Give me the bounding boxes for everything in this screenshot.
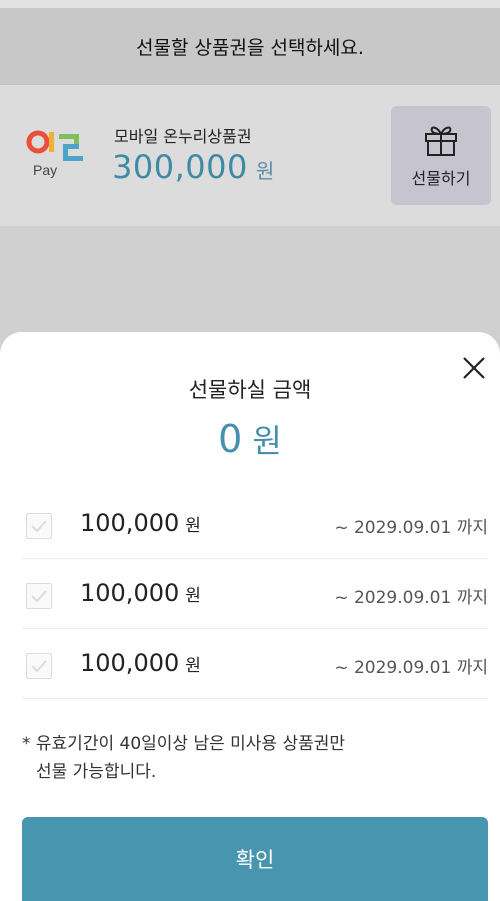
checkmark-icon [31,520,47,533]
voucher-balance: 300,000 원 [112,148,274,186]
voucher-expiry: ~ 2029.09.01 까지 [334,518,488,538]
voucher-row[interactable]: 100,000 원 ~ 2029.09.01 까지 [22,629,488,699]
gift-box-icon [425,126,457,156]
voucher-amount: 100,000 원 [80,509,201,537]
checkmark-icon [31,660,47,673]
selected-total-unit: 원 [252,422,282,460]
voucher-checkbox[interactable] [26,653,52,679]
voucher-amount-unit: 원 [185,586,201,606]
voucher-balance-unit: 원 [255,159,275,183]
voucher-amount-value: 100,000 [80,509,180,537]
voucher-list: 100,000 원 ~ 2029.09.01 까지 100,000 원 ~ 20… [0,489,500,699]
notice-line-2: 선물 가능합니다. [36,762,157,782]
voucher-row[interactable]: 100,000 원 ~ 2029.09.01 까지 [22,559,488,629]
notice-line-1: * 유효기간이 40일이상 남은 미사용 상품권만 [22,734,346,754]
confirm-button-label: 확인 [235,848,275,872]
selected-total: 0원 [0,416,500,462]
logo-text: Pay [33,162,57,178]
checkmark-icon [31,590,47,603]
ollepay-logo-icon: Pay [26,130,88,182]
divider [0,84,500,85]
voucher-amount-value: 100,000 [80,579,180,607]
status-strip [0,0,500,8]
page-header: 선물할 상품권을 선택하세요. [0,8,500,84]
eligibility-notice: * 유효기간이 40일이상 남은 미사용 상품권만 선물 가능합니다. [22,730,482,786]
voucher-amount: 100,000 원 [80,579,201,607]
confirm-button[interactable]: 확인 [22,817,488,901]
gift-button[interactable]: 선물하기 [391,106,491,205]
amount-selection-sheet: 선물하실 금액 0원 100,000 원 ~ 2029.09.01 까지 100… [0,332,500,901]
voucher-row[interactable]: 100,000 원 ~ 2029.09.01 까지 [22,489,488,559]
voucher-amount: 100,000 원 [80,649,201,677]
voucher-amount-unit: 원 [185,656,201,676]
voucher-amount-unit: 원 [185,516,201,536]
voucher-balance-amount: 300,000 [112,148,248,186]
voucher-amount-value: 100,000 [80,649,180,677]
selected-total-amount: 0 [218,417,243,461]
voucher-expiry: ~ 2029.09.01 까지 [334,658,488,678]
voucher-name: 모바일 온누리상품권 [114,127,252,146]
page-title: 선물할 상품권을 선택하세요. [136,36,364,59]
voucher-checkbox[interactable] [26,583,52,609]
sheet-title: 선물하실 금액 [188,378,312,402]
voucher-expiry: ~ 2029.09.01 까지 [334,588,488,608]
gift-button-label: 선물하기 [411,168,471,188]
voucher-checkbox[interactable] [26,513,52,539]
